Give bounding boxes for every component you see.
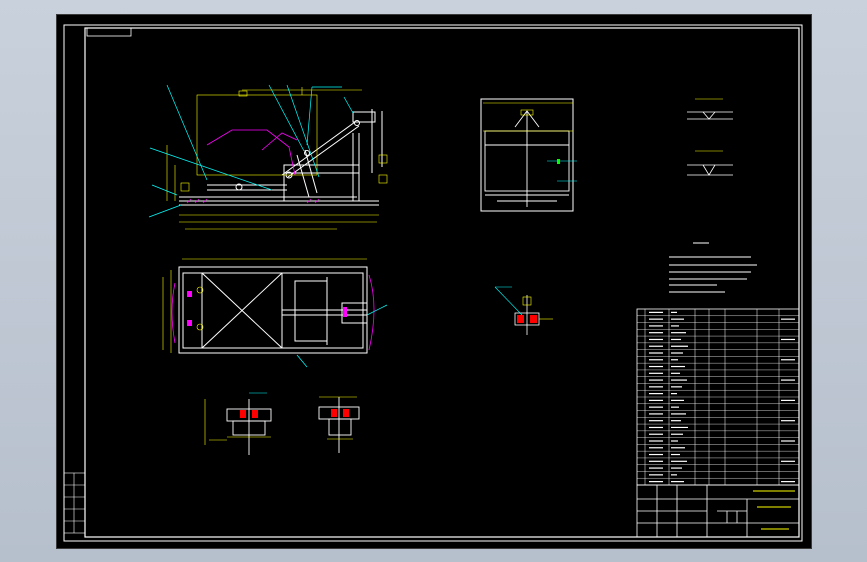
section-detail-b — [318, 396, 360, 453]
parts-list-table — [636, 308, 800, 486]
section-detail-a — [204, 392, 272, 455]
technical-requirements — [669, 242, 757, 293]
cad-viewport[interactable] — [56, 14, 812, 549]
weld-symbols — [687, 98, 733, 176]
bolt-detail — [494, 286, 553, 335]
margin-revision-table — [63, 472, 86, 534]
engineering-drawing — [63, 24, 803, 542]
side-elevation-view — [148, 84, 388, 230]
plan-view — [162, 258, 388, 368]
end-view — [480, 98, 577, 212]
